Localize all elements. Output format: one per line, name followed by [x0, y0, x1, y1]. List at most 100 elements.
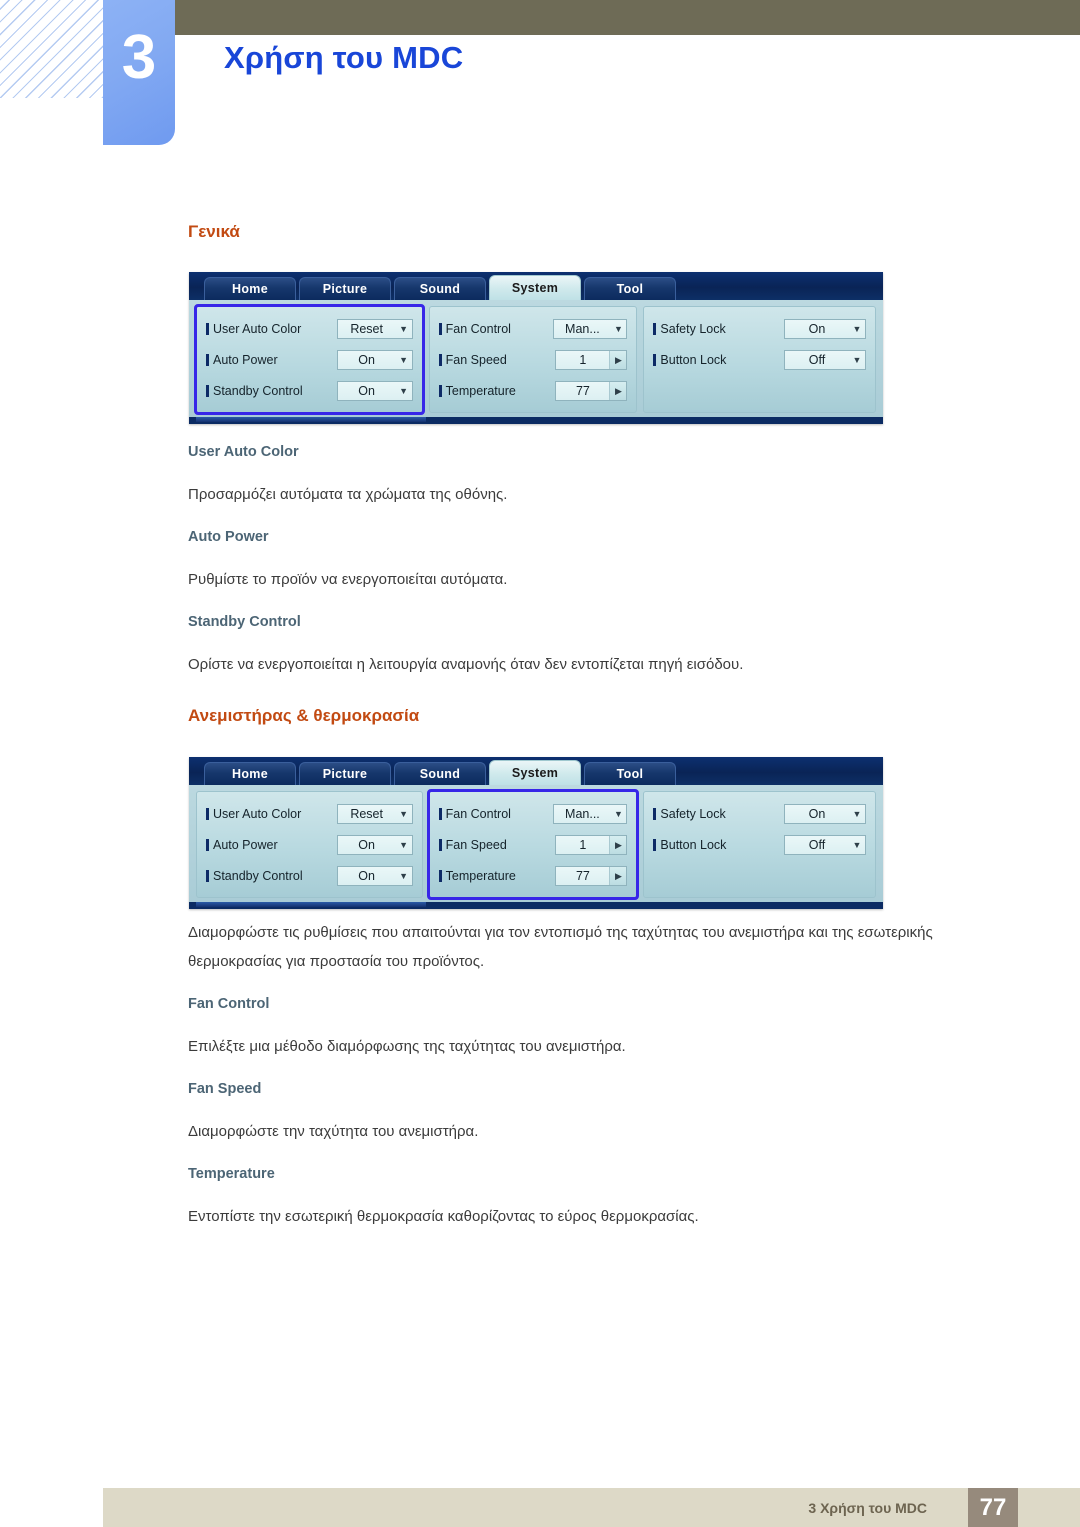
value-standby-control: On [358, 868, 375, 883]
panel-lock-settings[interactable]: Safety Lock On ▼ Button Lock Off ▼ [643, 306, 876, 413]
row-temperature[interactable]: Temperature 77 ▶ [438, 377, 628, 404]
tab-system[interactable]: System [489, 760, 581, 785]
bullet-icon [438, 838, 442, 851]
tab-system[interactable]: System [489, 275, 581, 300]
row-safety-lock[interactable]: Safety Lock On ▼ [653, 800, 866, 827]
bullet-icon [206, 384, 209, 397]
tab-sound[interactable]: Sound [394, 277, 486, 300]
tab-picture[interactable]: Picture [299, 277, 391, 300]
row-standby-control[interactable]: Standby Control On ▼ [206, 862, 413, 889]
value-user-auto-color: Reset [350, 321, 383, 336]
bullet-icon [653, 807, 657, 820]
dropdown-standby-control[interactable]: On ▼ [336, 380, 413, 401]
row-user-auto-color[interactable]: User Auto Color Reset ▼ [206, 315, 413, 342]
mdc-scroll-indicator [196, 902, 426, 907]
subheading-temperature: Temperature [188, 1166, 275, 1182]
row-fan-control[interactable]: Fan Control Man... ▼ [438, 800, 628, 827]
label-user-auto-color: User Auto Color [213, 806, 302, 821]
chapter-number-badge: 3 [103, 0, 175, 145]
spinner-fan-speed[interactable]: 1 ▶ [555, 834, 628, 855]
row-auto-power[interactable]: Auto Power On ▼ [206, 831, 413, 858]
chevron-down-icon: ▼ [852, 354, 862, 365]
dropdown-user-auto-color[interactable]: Reset ▼ [336, 318, 413, 339]
label-standby-control: Standby Control [213, 868, 303, 883]
chevron-right-icon[interactable]: ▶ [609, 835, 627, 854]
label-button-lock: Button Lock [660, 352, 727, 367]
page-number: 77 [968, 1488, 1018, 1527]
row-safety-lock[interactable]: Safety Lock On ▼ [653, 315, 866, 342]
mdc-system-dialog-fan[interactable]: Home Picture Sound System Tool User Auto… [189, 757, 883, 909]
dropdown-user-auto-color[interactable]: Reset ▼ [336, 803, 413, 824]
bullet-icon [438, 384, 442, 397]
chevron-down-icon: ▼ [399, 385, 409, 396]
bullet-icon [653, 353, 657, 366]
row-button-lock[interactable]: Button Lock Off ▼ [653, 346, 866, 373]
spinner-temperature[interactable]: 77 ▶ [555, 865, 628, 886]
row-temperature[interactable]: Temperature 77 ▶ [438, 862, 628, 889]
dropdown-fan-control[interactable]: Man... ▼ [553, 803, 628, 824]
dropdown-safety-lock[interactable]: On ▼ [784, 318, 866, 339]
row-fan-speed[interactable]: Fan Speed 1 ▶ [438, 831, 628, 858]
dropdown-fan-control[interactable]: Man... ▼ [553, 318, 628, 339]
tab-tool[interactable]: Tool [584, 277, 676, 300]
section-title-general: Γενικά [188, 222, 240, 241]
bullet-icon [438, 322, 442, 335]
tab-tool[interactable]: Tool [584, 762, 676, 785]
chevron-down-icon: ▼ [399, 354, 409, 365]
paragraph-fan-control: Επιλέξτε μια μέθοδο διαμόρφωσης της ταχύ… [188, 1038, 626, 1055]
label-user-auto-color: User Auto Color [213, 321, 302, 336]
mdc-system-body: User Auto Color Reset ▼ Auto Power On ▼ … [189, 785, 883, 902]
chevron-down-icon: ▼ [399, 808, 409, 819]
tab-home[interactable]: Home [204, 277, 296, 300]
value-fan-control: Man... [565, 806, 600, 821]
panel-general-settings[interactable]: User Auto Color Reset ▼ Auto Power On ▼ … [196, 791, 423, 898]
tab-sound[interactable]: Sound [394, 762, 486, 785]
panel-fan-settings[interactable]: Fan Control Man... ▼ Fan Speed 1 ▶ Tempe… [426, 789, 640, 900]
subheading-auto-power: Auto Power [188, 529, 269, 545]
row-fan-control[interactable]: Fan Control Man... ▼ [438, 315, 628, 342]
row-fan-speed[interactable]: Fan Speed 1 ▶ [438, 346, 628, 373]
row-button-lock[interactable]: Button Lock Off ▼ [653, 831, 866, 858]
dropdown-standby-control[interactable]: On ▼ [336, 865, 413, 886]
value-button-lock: Off [808, 837, 826, 852]
value-safety-lock: On [808, 321, 826, 336]
paragraph-user-auto-color: Προσαρμόζει αυτόματα τα χρώματα της οθόν… [188, 486, 508, 503]
panel-general-settings[interactable]: User Auto Color Reset ▼ Auto Power On ▼ … [194, 304, 425, 415]
dropdown-button-lock[interactable]: Off ▼ [784, 349, 866, 370]
row-user-auto-color[interactable]: User Auto Color Reset ▼ [206, 800, 413, 827]
label-button-lock: Button Lock [660, 837, 727, 852]
footer-bar [103, 1488, 1080, 1527]
row-standby-control[interactable]: Standby Control On ▼ [206, 377, 413, 404]
dropdown-auto-power[interactable]: On ▼ [336, 349, 413, 370]
mdc-system-body: User Auto Color Reset ▼ Auto Power On ▼ … [189, 300, 883, 417]
spinner-fan-speed[interactable]: 1 ▶ [555, 349, 628, 370]
mdc-tab-strip: Home Picture Sound System Tool [189, 272, 883, 300]
mdc-footer-strip [189, 417, 883, 424]
bullet-icon [206, 322, 209, 335]
tab-home[interactable]: Home [204, 762, 296, 785]
value-fan-speed: 1 [579, 352, 587, 367]
chevron-right-icon[interactable]: ▶ [609, 381, 627, 400]
dropdown-button-lock[interactable]: Off ▼ [784, 834, 866, 855]
paragraph-fan-temperature-intro: Διαμορφώστε τις ρυθμίσεις που απαιτούντα… [188, 924, 933, 970]
dropdown-auto-power[interactable]: On ▼ [336, 834, 413, 855]
chevron-down-icon: ▼ [852, 323, 862, 334]
bullet-icon [653, 838, 657, 851]
chevron-down-icon: ▼ [613, 323, 623, 334]
chevron-right-icon[interactable]: ▶ [609, 350, 627, 369]
chevron-down-icon: ▼ [613, 808, 623, 819]
panel-lock-settings[interactable]: Safety Lock On ▼ Button Lock Off ▼ [643, 791, 876, 898]
row-auto-power[interactable]: Auto Power On ▼ [206, 346, 413, 373]
tab-picture[interactable]: Picture [299, 762, 391, 785]
dropdown-safety-lock[interactable]: On ▼ [784, 803, 866, 824]
header-bar [103, 0, 1080, 35]
spinner-temperature[interactable]: 77 ▶ [555, 380, 628, 401]
panel-fan-settings[interactable]: Fan Control Man... ▼ Fan Speed 1 ▶ Tempe… [428, 306, 638, 413]
value-temperature: 77 [575, 383, 590, 398]
value-auto-power: On [358, 352, 375, 367]
chevron-down-icon: ▼ [399, 839, 409, 850]
mdc-system-dialog-general[interactable]: Home Picture Sound System Tool User Auto… [189, 272, 883, 424]
label-fan-control: Fan Control [445, 321, 511, 336]
subheading-user-auto-color: User Auto Color [188, 444, 299, 460]
chevron-right-icon[interactable]: ▶ [609, 866, 627, 885]
